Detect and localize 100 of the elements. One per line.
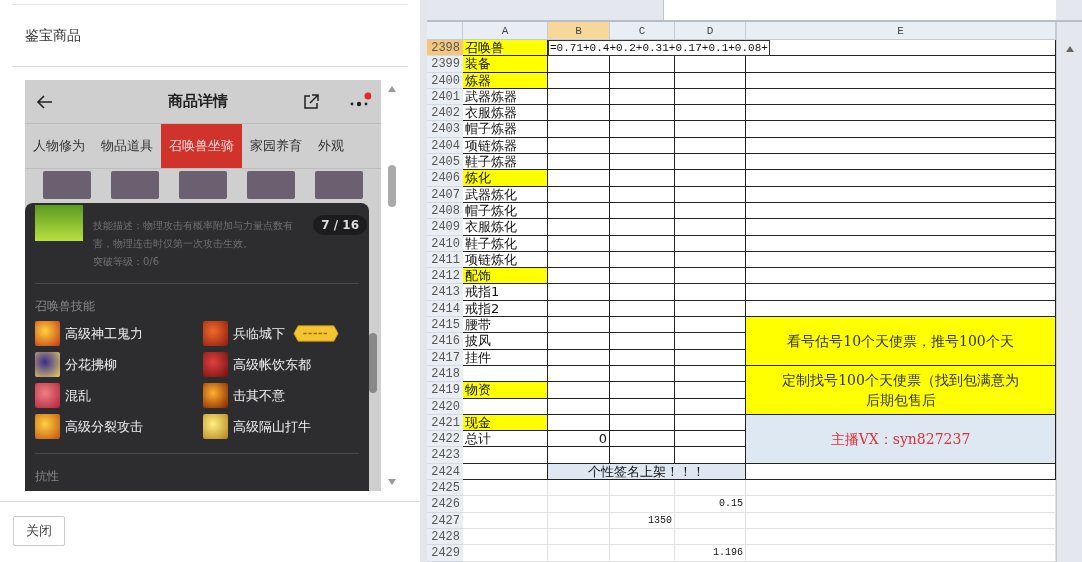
table-cell [548,333,610,350]
row-header[interactable]: 2406 [427,170,463,187]
table-cell [548,105,610,122]
table-cell [548,186,610,203]
table-cell [610,365,675,383]
table-cell: 1.196 [675,545,746,562]
table-cell [610,284,675,301]
photo-placeholder[interactable] [111,171,159,199]
row-header[interactable]: 2425 [427,480,463,497]
table-cell [548,528,610,546]
table-cell [675,284,746,301]
category-tab[interactable]: 物品道具 [93,124,161,168]
section-heading: 抗性 [35,468,60,485]
scrollbar-thumb[interactable] [369,333,377,393]
table-cell [675,251,746,269]
cell-editor[interactable]: =0.71+0.4+0.2+0.31+0.17+0.1+0.08+ [548,40,770,56]
row-header[interactable]: 2409 [427,219,463,236]
row-header[interactable]: 2426 [427,496,463,513]
photo-placeholder[interactable] [247,171,295,199]
table-cell [610,137,675,155]
table-cell [610,447,675,464]
column-header[interactable]: B [548,22,610,40]
row-header[interactable]: 2415 [427,317,463,334]
table-cell [548,284,610,301]
table-cell [610,88,675,106]
merged-cell: 主播VX：syn827237 [746,414,1056,464]
share-icon[interactable] [301,91,321,112]
scroll-up-icon[interactable] [1065,46,1074,52]
row-header[interactable]: 2398 [427,40,463,57]
table-cell [610,382,675,399]
table-cell [675,186,746,203]
category-tab[interactable]: 家园养育 [242,124,310,168]
row-header[interactable]: 2399 [427,56,463,73]
table-cell [675,268,746,285]
table-cell [610,480,675,497]
photo-placeholder[interactable] [179,171,227,199]
table-cell [610,317,675,334]
row-header[interactable]: 2402 [427,105,463,122]
table-cell [675,202,746,220]
table-cell [548,235,610,252]
column-header[interactable]: E [746,22,1056,40]
select-all-corner[interactable] [427,22,463,40]
table-cell [610,251,675,269]
category-tab[interactable]: 外观 [310,124,352,168]
table-cell [675,154,746,171]
row-header[interactable]: 2422 [427,431,463,448]
table-cell [610,186,675,203]
table-cell [548,545,610,562]
row-header[interactable]: 2405 [427,154,463,171]
row-header[interactable]: 2419 [427,382,463,399]
table-cell [675,512,746,529]
row-header[interactable]: 2412 [427,268,463,285]
row-header[interactable]: 2403 [427,121,463,138]
column-header[interactable]: C [610,22,675,40]
table-cell: 帽子炼器 [463,121,548,138]
table-cell: 炼化 [463,170,548,187]
category-tab[interactable]: 召唤兽坐骑 [161,124,242,168]
table-cell [610,170,675,187]
formula-field[interactable] [663,0,1056,20]
table-cell [548,300,610,318]
table-cell [548,317,610,334]
table-cell: 戒指2 [463,300,548,318]
skill-name: 分花拂柳 [65,355,117,374]
scrollbar-thumb[interactable] [388,164,396,207]
table-cell: 项链炼器 [463,137,548,155]
row-header[interactable]: 2416 [427,333,463,350]
table-cell [610,121,675,138]
dialog-title: 鉴宝商品 [25,26,81,45]
scroll-down-icon[interactable] [388,479,396,485]
row-header[interactable]: 2413 [427,284,463,301]
table-cell [610,414,675,432]
photo-placeholder[interactable] [43,171,91,199]
table-cell [610,349,675,366]
scrollbar[interactable] [1056,22,1082,562]
table-cell: 衣服炼器 [463,105,548,122]
column-header[interactable]: A [463,22,548,40]
breakthrough-level: 突破等级：0/6 [93,255,161,269]
skill-name: 高级隔山打牛 [233,417,311,436]
table-cell [548,121,610,138]
table-cell [548,56,610,73]
table-cell [548,137,610,155]
skill-icon [35,321,60,346]
table-cell [675,398,746,415]
table-cell [610,202,675,220]
table-cell [610,496,675,513]
column-header[interactable]: D [675,22,746,40]
table-cell: 帽子炼化 [463,202,548,220]
photo-placeholder[interactable] [315,171,363,199]
category-tab[interactable]: 人物修为 [25,124,93,168]
table-cell [675,105,746,122]
close-button[interactable]: 关闭 [13,516,65,546]
table-cell [675,121,746,138]
table-cell [675,219,746,236]
row-header[interactable]: 2423 [427,447,463,464]
skill-name: 高级分裂攻击 [65,417,143,436]
table-cell [548,219,610,236]
scroll-up-icon[interactable] [388,86,396,92]
splitter-bar[interactable] [420,0,427,562]
skill-icon [35,352,60,377]
row-header[interactable]: 2429 [427,545,463,562]
